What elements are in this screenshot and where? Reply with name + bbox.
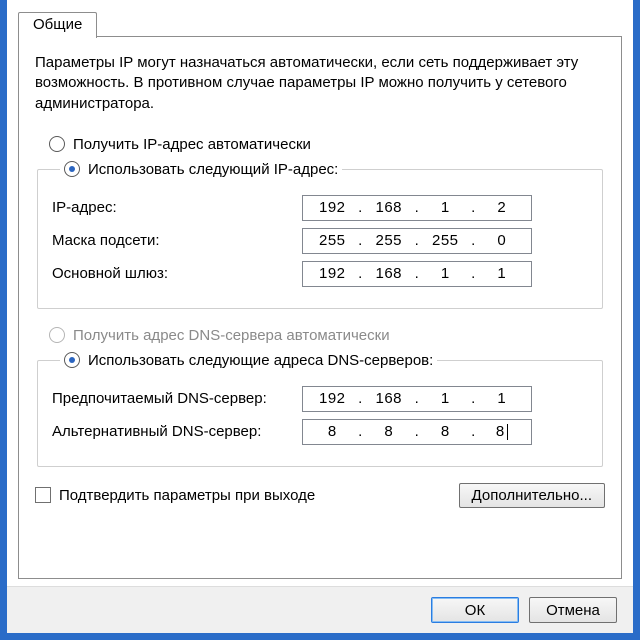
- cancel-button-label: Отмена: [546, 602, 600, 619]
- radio-icon: [64, 352, 80, 368]
- ip-octet: 8: [372, 423, 406, 440]
- radio-icon: [49, 327, 65, 343]
- radio-dns-manual-label: Использовать следующие адреса DNS-сервер…: [88, 352, 433, 369]
- ip-sep: .: [358, 390, 364, 407]
- window-frame: Общие Параметры IP могут назначаться авт…: [0, 0, 640, 640]
- ip-sep: .: [471, 423, 477, 440]
- radio-ip-manual-label: Использовать следующий IP-адрес:: [88, 161, 338, 178]
- ip-sep: .: [358, 265, 364, 282]
- validate-on-exit[interactable]: Подтвердить параметры при выходе: [35, 487, 315, 504]
- ip-octet: 255: [428, 232, 462, 249]
- ok-button[interactable]: ОК: [431, 597, 519, 623]
- ip-address-input[interactable]: 192. 168. 1. 2: [302, 195, 532, 221]
- ip-octet-value: 8: [496, 423, 505, 440]
- alternate-dns-label: Альтернативный DNS-сервер:: [52, 423, 302, 440]
- default-gateway-label: Основной шлюз:: [52, 265, 302, 282]
- radio-icon: [64, 161, 80, 177]
- radio-ip-manual[interactable]: Использовать следующий IP-адрес:: [64, 161, 338, 178]
- preferred-dns-input[interactable]: 192. 168. 1. 1: [302, 386, 532, 412]
- tab-content: Параметры IP могут назначаться автоматич…: [18, 37, 622, 579]
- ip-octet: 2: [485, 199, 519, 216]
- tab-general-label: Общие: [33, 16, 82, 33]
- ip-sep: .: [471, 390, 477, 407]
- ip-octet: 8: [485, 423, 519, 440]
- ip-sep: .: [414, 232, 420, 249]
- ip-sep: .: [414, 199, 420, 216]
- cancel-button[interactable]: Отмена: [529, 597, 617, 623]
- ip-sep: .: [414, 423, 420, 440]
- ip-address-label: IP-адрес:: [52, 199, 302, 216]
- ip-sep: .: [471, 265, 477, 282]
- radio-icon: [49, 136, 65, 152]
- radio-ip-auto[interactable]: Получить IP-адрес автоматически: [49, 136, 605, 153]
- ip-octet: 1: [485, 265, 519, 282]
- field-preferred-dns: Предпочитаемый DNS-сервер: 192. 168. 1. …: [52, 386, 588, 412]
- ip-octet: 0: [485, 232, 519, 249]
- radio-ip-auto-label: Получить IP-адрес автоматически: [73, 136, 311, 153]
- ok-button-label: ОК: [465, 602, 485, 619]
- dns-group: Использовать следующие адреса DNS-сервер…: [37, 352, 603, 467]
- ip-sep: .: [358, 423, 364, 440]
- radio-dns-auto-label: Получить адрес DNS-сервера автоматически: [73, 327, 390, 344]
- description-text: Параметры IP могут назначаться автоматич…: [35, 53, 605, 114]
- ip-group: Использовать следующий IP-адрес: IP-адре…: [37, 161, 603, 309]
- dialog-body: Общие Параметры IP могут назначаться авт…: [13, 6, 627, 580]
- validate-on-exit-label: Подтвердить параметры при выходе: [59, 487, 315, 504]
- ip-octet: 1: [485, 390, 519, 407]
- dialog-buttons: ОК Отмена: [7, 586, 633, 633]
- ip-octet: 168: [372, 199, 406, 216]
- ip-octet: 1: [428, 199, 462, 216]
- ip-sep: .: [414, 265, 420, 282]
- field-subnet-mask: Маска подсети: 255. 255. 255. 0: [52, 228, 588, 254]
- ip-sep: .: [358, 232, 364, 249]
- ip-octet: 255: [372, 232, 406, 249]
- advanced-button[interactable]: Дополнительно...: [459, 483, 605, 508]
- tab-strip-rest: [97, 11, 622, 37]
- radio-dns-manual[interactable]: Использовать следующие адреса DNS-сервер…: [64, 352, 433, 369]
- ip-octet: 8: [315, 423, 349, 440]
- ip-octet: 168: [372, 390, 406, 407]
- ip-sep: .: [471, 199, 477, 216]
- ip-octet: 255: [315, 232, 349, 249]
- alternate-dns-input[interactable]: 8. 8. 8. 8: [302, 419, 532, 445]
- tab-general[interactable]: Общие: [18, 12, 97, 38]
- ip-octet: 1: [428, 265, 462, 282]
- preferred-dns-label: Предпочитаемый DNS-сервер:: [52, 390, 302, 407]
- ip-octet: 192: [315, 390, 349, 407]
- default-gateway-input[interactable]: 192. 168. 1. 1: [302, 261, 532, 287]
- subnet-mask-label: Маска подсети:: [52, 232, 302, 249]
- ip-octet: 192: [315, 199, 349, 216]
- field-alternate-dns: Альтернативный DNS-сервер: 8. 8. 8. 8: [52, 419, 588, 445]
- tab-strip: Общие: [18, 11, 622, 37]
- field-default-gateway: Основной шлюз: 192. 168. 1. 1: [52, 261, 588, 287]
- checkbox-icon: [35, 487, 51, 503]
- text-cursor: [507, 424, 508, 440]
- ip-sep: .: [358, 199, 364, 216]
- ip-sep: .: [414, 390, 420, 407]
- radio-dns-auto: Получить адрес DNS-сервера автоматически: [49, 327, 605, 344]
- field-ip-address: IP-адрес: 192. 168. 1. 2: [52, 195, 588, 221]
- advanced-button-label: Дополнительно...: [472, 487, 592, 504]
- subnet-mask-input[interactable]: 255. 255. 255. 0: [302, 228, 532, 254]
- ip-octet: 192: [315, 265, 349, 282]
- ip-octet: 8: [428, 423, 462, 440]
- ip-sep: .: [471, 232, 477, 249]
- ip-octet: 1: [428, 390, 462, 407]
- ip-octet: 168: [372, 265, 406, 282]
